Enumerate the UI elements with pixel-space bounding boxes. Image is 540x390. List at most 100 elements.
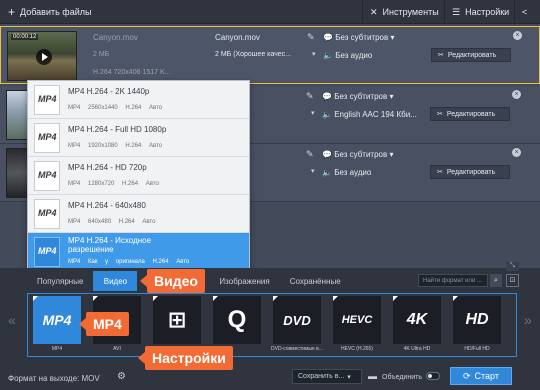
- chevron-down-icon[interactable]: ▾: [311, 167, 315, 175]
- audio-select[interactable]: 🔈 Без аудио: [322, 168, 371, 177]
- preset-details: MP4 Как у оригинала H.264 Авто: [68, 259, 190, 265]
- preset-title: MP4 H.264 - Исходное разрешение: [68, 236, 152, 254]
- 4k-icon: 4K: [393, 296, 441, 344]
- save-in-label: Сохранить в...: [298, 373, 345, 380]
- mp4-icon: MP4: [34, 237, 60, 267]
- format-label: AVI: [113, 346, 121, 352]
- file-row[interactable]: 00:00:12 Canyon.mov 2 МБ H.264 720x406 1…: [0, 26, 540, 84]
- quicktime-icon: Q: [213, 296, 261, 344]
- edit-button[interactable]: ✂ Редактировать: [430, 165, 510, 179]
- chevron-right-icon[interactable]: »: [524, 312, 532, 328]
- source-info: H.264 720x406 1517 K...: [93, 69, 171, 76]
- subtitles-label: Без субтитров: [335, 33, 389, 42]
- start-label: Старт: [474, 371, 499, 381]
- mp4-icon: MP4: [34, 123, 60, 153]
- chevron-down-icon: ▾: [347, 373, 351, 381]
- pencil-icon[interactable]: ✎: [307, 32, 315, 43]
- tab-images[interactable]: Изображения: [209, 271, 279, 291]
- merge-label: Объединить: [382, 374, 422, 381]
- add-files-label: Добавить файлы: [20, 7, 92, 17]
- output-size[interactable]: 2 МБ (Хорошее качес...: [215, 51, 291, 58]
- divider: [362, 0, 363, 24]
- format-search-input[interactable]: Найти формат или ...: [418, 274, 488, 287]
- share-button[interactable]: <: [522, 0, 527, 24]
- scissors-icon: ✂: [437, 169, 443, 176]
- tools-button[interactable]: ✕ Инструменты: [370, 0, 439, 24]
- callout-settings: Настройки: [138, 346, 233, 370]
- subtitles-label: Без субтитров: [334, 92, 388, 101]
- settings-button[interactable]: ☰ Настройки: [452, 0, 509, 24]
- divider: [444, 0, 445, 24]
- top-toolbar: + Добавить файлы ✕ Инструменты ☰ Настрой…: [0, 0, 540, 24]
- subtitles-select[interactable]: 💬 Без субтитров ▾: [322, 150, 393, 159]
- format-label: MP4: [51, 346, 63, 352]
- format-dvd[interactable]: DVD DVD-совместимые в...: [271, 296, 323, 354]
- format-hevc[interactable]: HEVC HEVC (H.265): [331, 296, 383, 354]
- folder-icon[interactable]: ▬: [368, 371, 377, 381]
- edit-button[interactable]: ✂ Редактировать: [431, 48, 511, 62]
- start-button[interactable]: ⟳ Старт: [450, 367, 512, 385]
- gear-icon[interactable]: ⚙: [117, 371, 126, 382]
- tab-saved[interactable]: Сохранённые: [280, 271, 351, 291]
- divider: [514, 0, 515, 24]
- timecode: 00:00:12: [11, 34, 39, 40]
- windows-icon: ⊞: [153, 296, 201, 344]
- video-thumbnail[interactable]: 00:00:12: [7, 31, 77, 81]
- tab-popular[interactable]: Популярные: [27, 271, 93, 291]
- audio-select[interactable]: 🔈 Без аудио: [323, 51, 372, 60]
- merge-toggle[interactable]: [426, 372, 440, 380]
- play-icon[interactable]: [36, 49, 52, 65]
- pencil-icon[interactable]: ✎: [306, 149, 314, 160]
- menu-icon: ☰: [452, 6, 461, 17]
- add-files-button[interactable]: + Добавить файлы: [8, 0, 91, 24]
- format-label: 4K Ultra HD: [403, 346, 431, 352]
- format-mp4[interactable]: MP4 MP4: [31, 296, 83, 354]
- search-icon[interactable]: ⌕: [490, 274, 502, 287]
- audio-label: English AAC 194 Кби...: [334, 110, 417, 119]
- preset-details: MP4 1920x1080 H.264 Авто: [68, 143, 163, 149]
- save-in-select[interactable]: Сохранить в... ▾: [292, 369, 362, 384]
- settings-label: Настройки: [465, 7, 510, 17]
- tools-icon: ✕: [370, 6, 378, 17]
- preset-title: MP4 H.264 - 2K 1440p: [68, 87, 150, 96]
- subtitles-select[interactable]: 💬 Без субтитров ▾: [323, 33, 394, 42]
- collapse-icon[interactable]: ⤡: [506, 262, 519, 271]
- format-label: HEVC (H.265): [341, 346, 373, 352]
- refresh-icon: ⟳: [462, 370, 471, 381]
- source-filesize: 2 МБ: [93, 51, 110, 58]
- preset-title: MP4 H.264 - HD 720p: [68, 163, 147, 172]
- edit-label: Редактировать: [446, 168, 496, 176]
- preset-details: MP4 2560x1440 H.264 Авто: [68, 105, 163, 111]
- chevron-left-icon[interactable]: «: [8, 312, 16, 328]
- preset-option[interactable]: MP4 MP4 H.264 - 640x480 MP4 640x480 H.26…: [28, 195, 249, 233]
- tools-label: Инструменты: [382, 7, 439, 17]
- scissors-icon: ✂: [437, 111, 443, 118]
- preset-option[interactable]: MP4 MP4 H.264 - 2K 1440p MP4 2560x1440 H…: [28, 81, 249, 119]
- pencil-icon[interactable]: ✎: [306, 91, 314, 102]
- subtitles-select[interactable]: 💬 Без субтитров ▾: [322, 92, 393, 101]
- tab-video[interactable]: Видео: [93, 271, 138, 291]
- preset-title: MP4 H.264 - Full HD 1080p: [68, 125, 167, 134]
- preset-option[interactable]: MP4 MP4 H.264 - HD 720p MP4 1280x720 H.2…: [28, 157, 249, 195]
- preset-dropdown: MP4 MP4 H.264 - 2K 1440p MP4 2560x1440 H…: [27, 80, 250, 270]
- edit-button[interactable]: ✂ Редактировать: [430, 107, 510, 121]
- share-icon: <: [522, 7, 528, 17]
- scissors-icon: ✂: [438, 52, 444, 59]
- preset-option[interactable]: MP4 MP4 H.264 - Full HD 1080p MP4 1920x1…: [28, 119, 249, 157]
- chevron-down-icon[interactable]: ▾: [312, 50, 316, 58]
- format-hd[interactable]: HD HD/Full HD: [451, 296, 503, 354]
- dvd-icon: DVD: [273, 296, 321, 344]
- audio-select[interactable]: 🔈 English AAC 194 Кби...: [322, 110, 417, 119]
- output-filename[interactable]: Canyon.mov: [215, 33, 260, 42]
- mp4-icon: MP4: [34, 85, 60, 115]
- format-4k[interactable]: 4K 4K Ultra HD: [391, 296, 443, 354]
- close-icon[interactable]: ×: [512, 148, 521, 157]
- preset-details: MP4 1280x720 H.264 Авто: [68, 181, 159, 187]
- pin-icon[interactable]: ⊡: [506, 274, 519, 287]
- close-icon[interactable]: ×: [513, 31, 522, 40]
- hd-icon: HD: [453, 296, 501, 344]
- close-icon[interactable]: ×: [512, 90, 521, 99]
- preset-option-selected[interactable]: MP4 MP4 H.264 - Исходное разрешение MP4 …: [28, 233, 249, 270]
- mp4-icon: MP4: [34, 199, 60, 229]
- chevron-down-icon[interactable]: ▾: [311, 109, 315, 117]
